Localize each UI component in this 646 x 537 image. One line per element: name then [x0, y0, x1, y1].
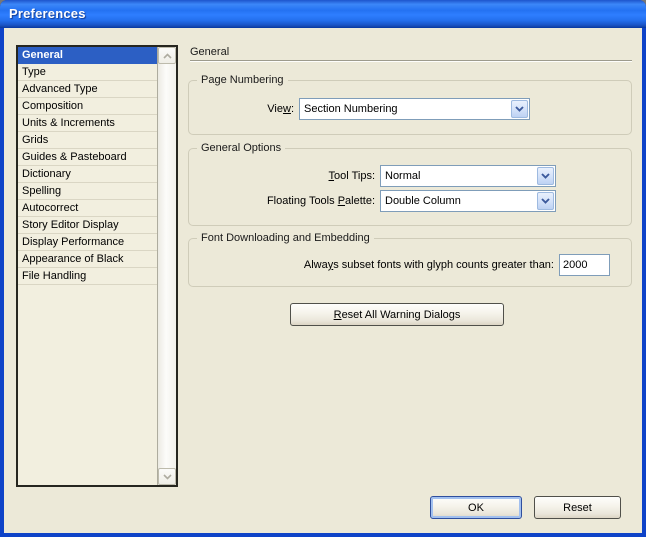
category-list: General Type Advanced Type Composition Units… [16, 45, 178, 487]
category-list-items: General Type Advanced Type Composition Units… [18, 47, 157, 485]
floating-tools-palette-select-arrow-button[interactable] [537, 192, 554, 210]
sidebar-item-guides-pasteboard[interactable]: Guides & Pasteboard [18, 149, 157, 166]
sidebar-item-units-increments[interactable]: Units & Increments [18, 115, 157, 132]
preferences-dialog: Preferences General Type Advanced Type Comp… [0, 0, 646, 537]
subset-fonts-row: Always subset fonts with glyph counts gr… [188, 254, 610, 276]
sidebar-item-spelling[interactable]: Spelling [18, 183, 157, 200]
sidebar-item-composition[interactable]: Composition [18, 98, 157, 115]
sidebar-item-general[interactable]: General [18, 47, 157, 64]
sidebar-item-type[interactable]: Type [18, 64, 157, 81]
chevron-down-icon [541, 170, 550, 182]
ok-button[interactable]: OK [430, 496, 522, 519]
group-page-numbering-label: Page Numbering [201, 74, 284, 86]
view-label: View: [267, 103, 294, 115]
chevron-down-icon [541, 195, 550, 207]
view-select[interactable]: Section Numbering [299, 98, 530, 120]
sidebar-item-story-editor-display[interactable]: Story Editor Display [18, 217, 157, 234]
header-divider [190, 60, 632, 62]
floating-tools-palette-select[interactable]: Double Column [380, 190, 556, 212]
scrollbar-track[interactable] [158, 64, 176, 468]
sidebar-item-display-performance[interactable]: Display Performance [18, 234, 157, 251]
ok-button-label: OK [468, 501, 484, 514]
view-row: View: Section Numbering [188, 98, 530, 120]
reset-all-warning-dialogs-button[interactable]: Reset All Warning Dialogs [290, 303, 504, 326]
sidebar-item-file-handling[interactable]: File Handling [18, 268, 157, 285]
group-general-options-label: General Options [201, 142, 282, 154]
tool-tips-select-value: Normal [385, 169, 421, 182]
sidebar-item-autocorrect[interactable]: Autocorrect [18, 200, 157, 217]
tool-tips-select[interactable]: Normal [380, 165, 556, 187]
chevron-down-icon [515, 103, 524, 115]
view-select-arrow-button[interactable] [511, 100, 528, 118]
sidebar-item-dictionary[interactable]: Dictionary [18, 166, 157, 183]
scroll-up-button[interactable] [158, 47, 176, 64]
chevron-down-icon [162, 473, 172, 480]
group-font-embedding-label: Font Downloading and Embedding [201, 232, 370, 244]
tool-tips-label: Tool Tips: [328, 170, 375, 182]
floating-tools-palette-label: Floating Tools Palette: [266, 195, 375, 207]
chevron-up-icon [162, 52, 172, 59]
floating-tools-palette-row: Floating Tools Palette: Double Column [188, 190, 556, 212]
sidebar-item-advanced-type[interactable]: Advanced Type [18, 81, 157, 98]
tool-tips-select-arrow-button[interactable] [537, 167, 554, 185]
reset-all-warning-dialogs-label: Reset All Warning Dialogs [333, 308, 461, 321]
reset-button[interactable]: Reset [534, 496, 621, 519]
sidebar-item-appearance-of-black[interactable]: Appearance of Black [18, 251, 157, 268]
view-select-value: Section Numbering [304, 102, 398, 115]
subset-fonts-label: Always subset fonts with glyph counts gr… [303, 259, 554, 271]
sidebar-item-grids[interactable]: Grids [18, 132, 157, 149]
subset-glyph-count-field[interactable] [559, 254, 610, 276]
scroll-down-button[interactable] [158, 468, 176, 485]
category-list-scrollbar[interactable] [157, 47, 176, 485]
reset-button-label: Reset [563, 501, 592, 514]
window-title: Preferences [9, 6, 86, 21]
page-title: General [190, 46, 230, 58]
floating-tools-palette-select-value: Double Column [385, 194, 461, 207]
dialog-body: General Type Advanced Type Composition Units… [4, 28, 642, 533]
titlebar[interactable]: Preferences [0, 0, 646, 28]
tool-tips-row: Tool Tips: Normal [188, 165, 556, 187]
